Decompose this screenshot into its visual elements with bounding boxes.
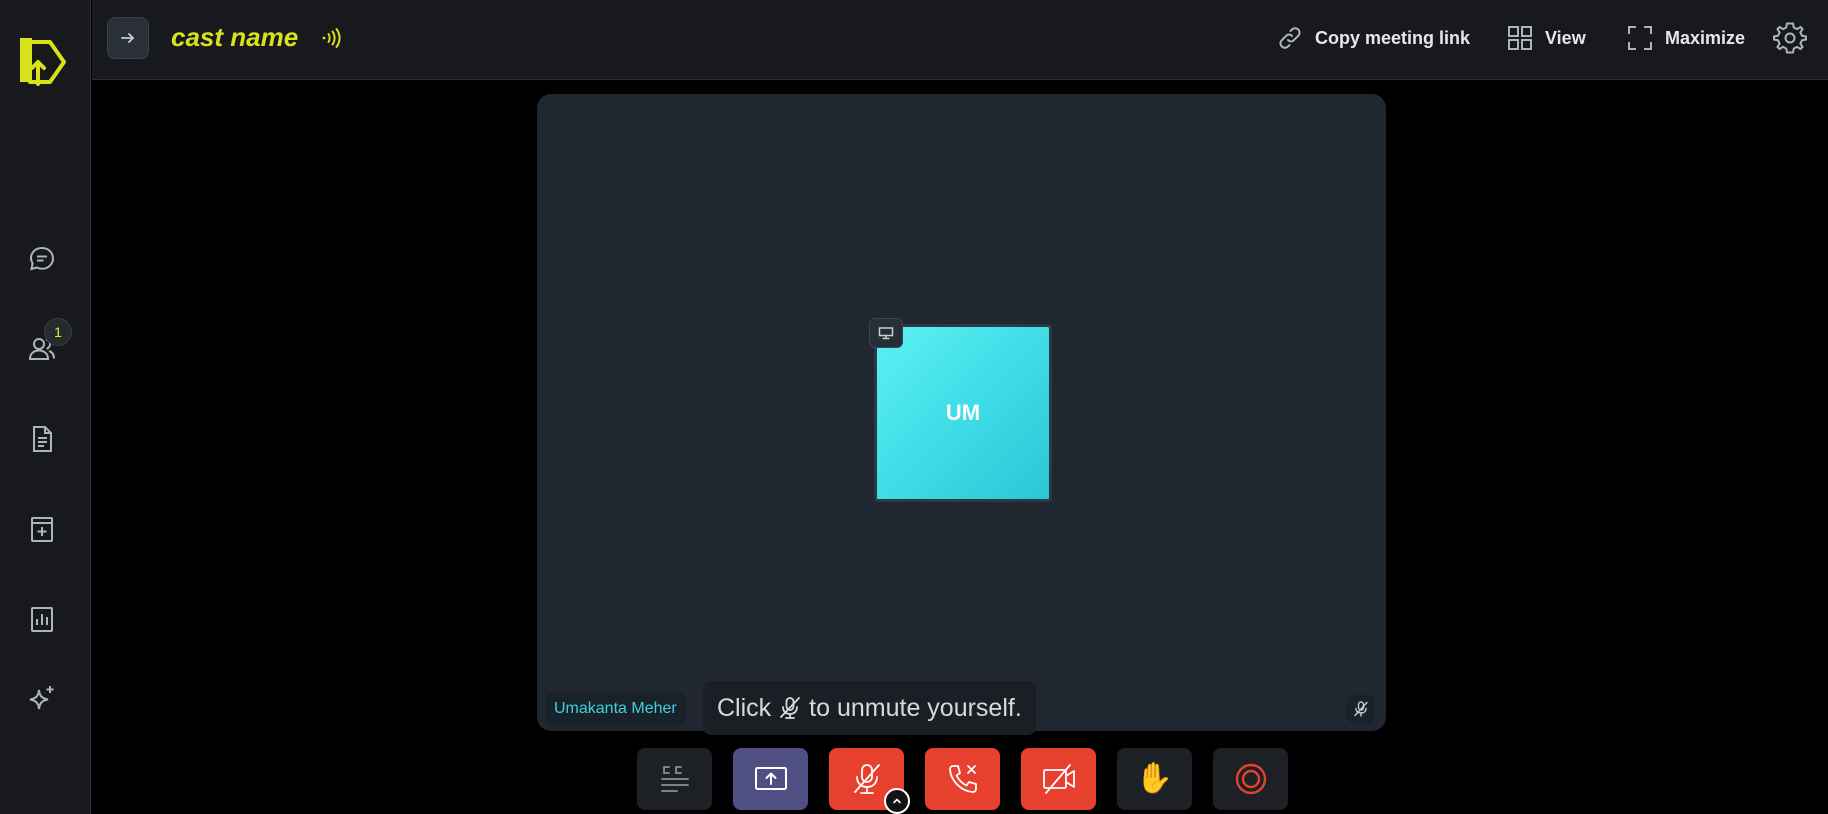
- phone-hangup-icon: [948, 765, 977, 793]
- captions-button[interactable]: [637, 748, 712, 810]
- link-icon: [1279, 27, 1301, 49]
- live-broadcast-icon: [322, 28, 341, 48]
- unmute-tip-prefix: Click: [717, 693, 772, 722]
- add-page-icon: [31, 517, 53, 542]
- sidebar: 1: [0, 0, 91, 814]
- sidebar-item-polls[interactable]: [21, 598, 63, 640]
- sidebar-item-chat[interactable]: [21, 238, 63, 280]
- sidebar-item-notes[interactable]: [21, 418, 63, 460]
- mic-muted-icon: [1354, 701, 1368, 717]
- video-stage: UM Umakanta Meher Click to unmute yourse…: [537, 94, 1386, 735]
- maximize-label: Maximize: [1665, 27, 1746, 48]
- sidebar-item-whiteboard[interactable]: [21, 508, 63, 550]
- chevron-up-icon: [893, 798, 901, 804]
- maximize-icon: [1628, 26, 1652, 50]
- raised-hand-icon: ✋: [1135, 761, 1174, 796]
- share-screen-button[interactable]: [733, 748, 808, 810]
- participant-tile[interactable]: UM: [874, 324, 1052, 502]
- copy-meeting-link-label: Copy meeting link: [1315, 27, 1471, 48]
- mic-off-icon: [853, 764, 880, 794]
- leave-call-button[interactable]: [925, 748, 1000, 810]
- mic-options-button[interactable]: [884, 788, 910, 814]
- view-layout-button[interactable]: View: [1505, 20, 1586, 56]
- top-bar: cast name Copy meeting link View Maximiz…: [92, 0, 1828, 80]
- meeting-title[interactable]: cast name: [171, 22, 298, 53]
- sparkle-icon: [29, 686, 54, 710]
- camera-off-icon: [1042, 764, 1075, 794]
- participant-initials: UM: [945, 400, 981, 425]
- participants-count-badge: 1: [44, 318, 72, 346]
- record-button[interactable]: [1213, 748, 1288, 810]
- settings-gear-icon[interactable]: [1772, 20, 1808, 56]
- maximize-button[interactable]: Maximize: [1625, 20, 1745, 56]
- unmute-tip-suffix: to unmute yourself.: [809, 693, 1022, 722]
- raise-hand-button[interactable]: ✋: [1117, 748, 1192, 810]
- toggle-sidebar-button[interactable]: [107, 17, 149, 59]
- closed-captions-icon: [660, 766, 689, 792]
- participant-muted-indicator: [1347, 695, 1375, 723]
- copy-meeting-link-button[interactable]: Copy meeting link: [1275, 20, 1470, 56]
- view-label: View: [1545, 27, 1586, 48]
- meeting-app: 1 cast name Copy meeting link View Maxim…: [0, 0, 1828, 814]
- sidebar-item-ai[interactable]: [21, 678, 63, 720]
- mic-off-icon: [780, 697, 801, 719]
- arrow-right-icon: [121, 33, 134, 43]
- bar-chart-icon: [31, 607, 53, 632]
- chat-bubble-icon: [29, 246, 55, 271]
- screen-share-icon: [754, 767, 787, 790]
- unmute-tooltip: Click to unmute yourself.: [703, 681, 1036, 735]
- presenter-icon: [869, 318, 903, 348]
- document-icon: [33, 426, 52, 452]
- grid-view-icon: [1508, 26, 1532, 50]
- camera-toggle-button[interactable]: [1021, 748, 1096, 810]
- participant-name-label: Umakanta Meher: [545, 693, 686, 725]
- record-icon: [1235, 763, 1266, 795]
- app-logo[interactable]: [16, 34, 70, 90]
